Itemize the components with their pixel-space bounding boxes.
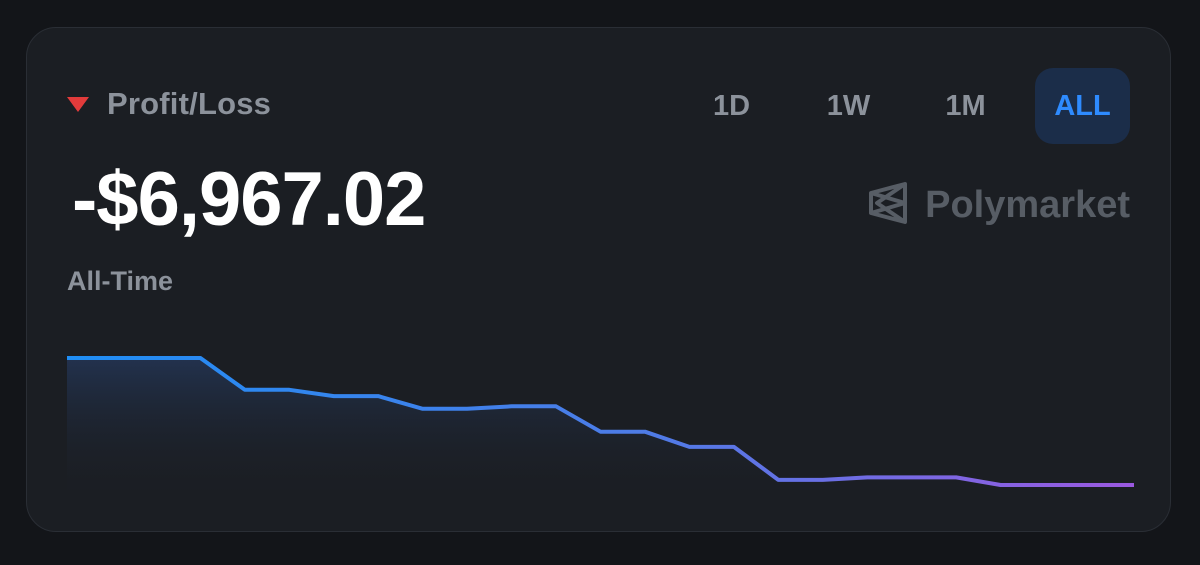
period-label: All-Time	[67, 266, 174, 296]
tab-all[interactable]: ALL	[1035, 68, 1130, 144]
profit-loss-card: Profit/Loss -$6,967.02 All-Time 1D 1W 1M…	[26, 27, 1171, 532]
polymarket-logo-icon	[867, 180, 909, 231]
tab-1w[interactable]: 1W	[801, 68, 896, 144]
brand-watermark: Polymarket	[867, 180, 1130, 231]
tab-1m[interactable]: 1M	[918, 68, 1013, 144]
profit-loss-header: Profit/Loss	[67, 86, 271, 122]
pnl-chart	[67, 356, 1134, 503]
brand-name: Polymarket	[925, 184, 1130, 226]
profit-loss-label: Profit/Loss	[107, 86, 272, 121]
trend-down-icon	[67, 96, 89, 112]
timeframe-tabs: 1D 1W 1M ALL	[684, 68, 1130, 144]
tab-1d[interactable]: 1D	[684, 68, 779, 144]
profit-loss-amount: -$6,967.02	[72, 157, 426, 242]
